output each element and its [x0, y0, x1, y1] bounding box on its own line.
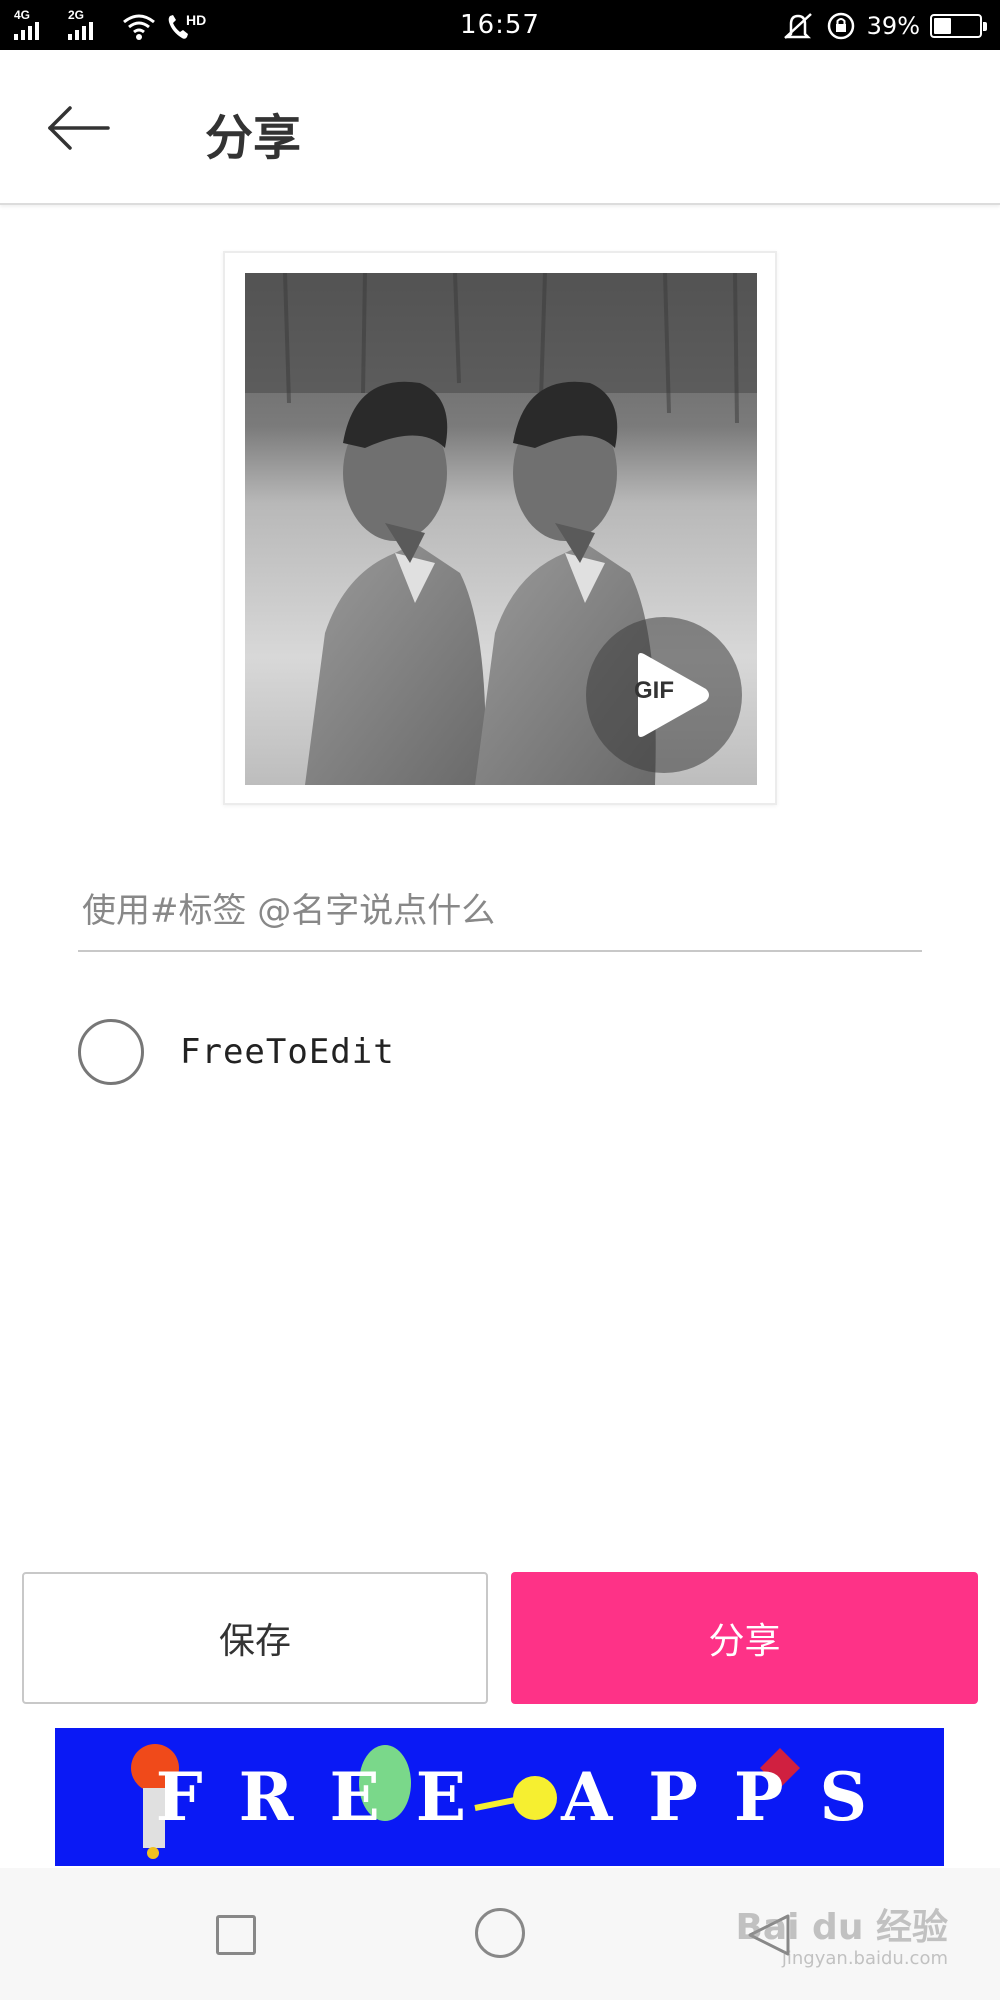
gif-play-badge[interactable]: GIF: [586, 617, 742, 773]
status-right: 39%: [781, 9, 987, 43]
gif-label: GIF: [634, 677, 674, 704]
app-header: 分享: [0, 50, 1000, 205]
vibrate-mute-icon: [783, 13, 812, 39]
battery-fill: [934, 18, 952, 34]
free-to-edit-radio[interactable]: [78, 1019, 144, 1085]
share-button[interactable]: 分享: [511, 1572, 978, 1704]
ad-text: FREE APPS: [155, 1758, 904, 1836]
navigation-bar: Bai du 经验 jingyan.baidu.com: [0, 1868, 1000, 2000]
free-to-edit-row[interactable]: FreeToEdit: [78, 1018, 578, 1086]
back-arrow-icon[interactable]: [44, 100, 114, 156]
battery-icon: [930, 14, 987, 38]
page-title: 分享: [205, 110, 302, 166]
status-bar: 4G 2G HD 16:57 39%: [0, 0, 1000, 50]
save-button[interactable]: 保存: [22, 1572, 488, 1704]
recents-square-icon[interactable]: [216, 1915, 256, 1955]
watermark-text: Bai du 经验: [735, 1907, 948, 1948]
battery-percent: 39%: [866, 12, 920, 40]
home-circle-icon[interactable]: [475, 1908, 525, 1958]
rotation-lock-icon: [827, 12, 854, 40]
watermark-sub: jingyan.baidu.com: [781, 1948, 948, 1969]
free-to-edit-label: FreeToEdit: [180, 1032, 395, 1072]
ad-banner[interactable]: FREE APPS: [55, 1728, 944, 1866]
caption-input[interactable]: [78, 872, 922, 952]
